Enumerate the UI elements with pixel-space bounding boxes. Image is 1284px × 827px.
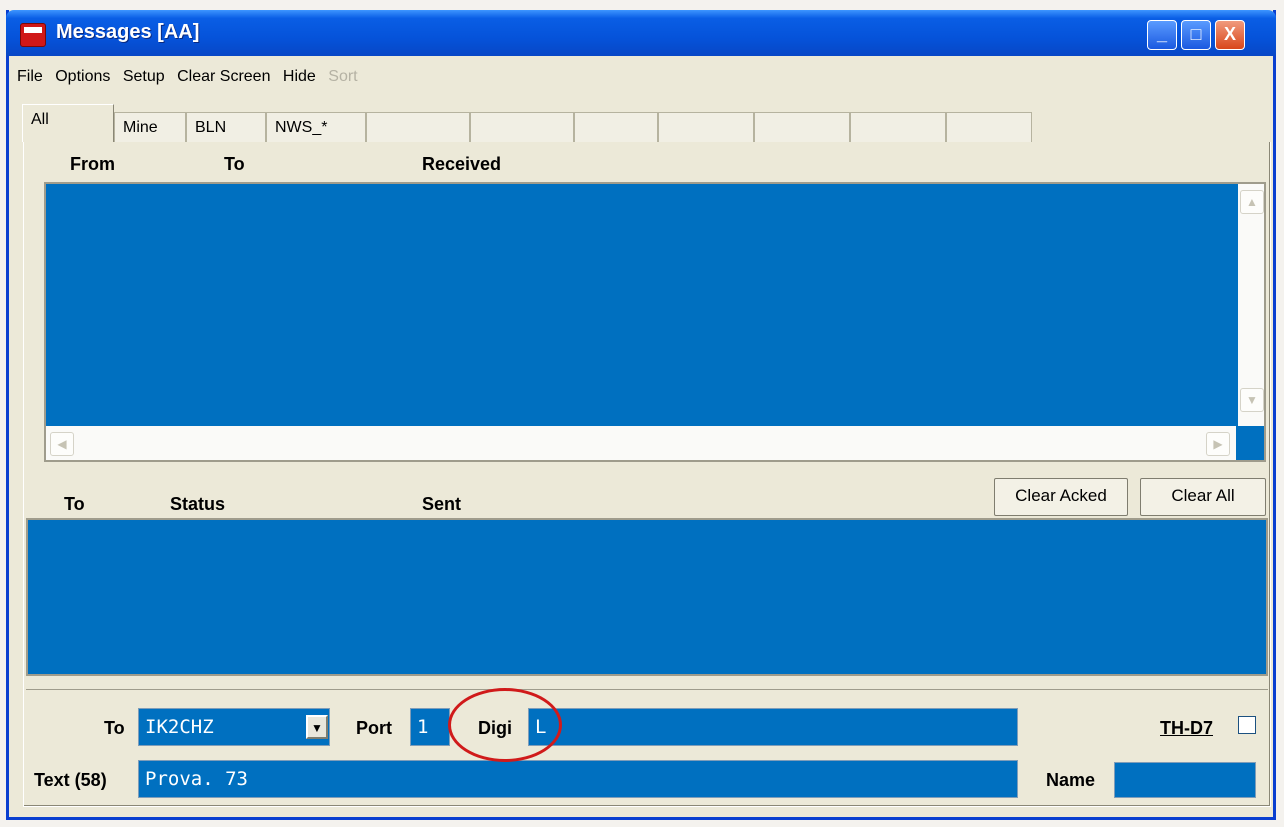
messages-app-icon <box>20 23 46 47</box>
text-label: Text (58) <box>34 770 107 790</box>
maximize-button[interactable]: □ <box>1181 20 1211 50</box>
tab-bln[interactable]: BLN <box>186 112 266 142</box>
port-label: Port <box>356 718 392 738</box>
menu-setup[interactable]: Setup <box>123 68 165 86</box>
tab-empty[interactable] <box>850 112 946 142</box>
name-field[interactable] <box>1114 762 1256 798</box>
tab-all[interactable]: All <box>22 104 114 142</box>
name-label: Name <box>1046 770 1096 790</box>
tab-empty[interactable] <box>946 112 1032 142</box>
arrow-left-icon[interactable]: ◀ <box>50 432 74 456</box>
messages-window: Messages [AA] _ □ X File Options Setup C… <box>6 10 1276 820</box>
sent-messages-list[interactable] <box>26 518 1268 676</box>
menu-hide[interactable]: Hide <box>283 68 316 86</box>
column-header-status[interactable]: Status <box>170 494 225 515</box>
tab-empty[interactable] <box>574 112 658 142</box>
annotation-circle <box>448 688 562 762</box>
window-title: Messages [AA] <box>56 21 200 43</box>
thd7-checkbox[interactable] <box>1238 716 1256 734</box>
menu-sort: Sort <box>328 68 358 85</box>
tab-mine[interactable]: Mine <box>114 112 186 142</box>
menu-bar: File Options Setup Clear Screen Hide Sor… <box>9 68 358 94</box>
menu-file[interactable]: File <box>17 68 43 86</box>
arrow-down-icon[interactable]: ▼ <box>1240 388 1264 412</box>
tab-empty[interactable] <box>366 112 470 142</box>
close-button[interactable]: X <box>1215 20 1245 50</box>
clear-acked-button[interactable]: Clear Acked <box>994 478 1128 516</box>
horizontal-scrollbar[interactable]: ◀ ▶ <box>46 426 1236 460</box>
to-combobox[interactable]: IK2CHZ <box>138 708 330 746</box>
tab-nws[interactable]: NWS_* <box>266 112 366 142</box>
digi-field[interactable]: L <box>528 708 1018 746</box>
column-header-sent-to[interactable]: To <box>64 494 85 515</box>
to-label: To <box>104 718 125 738</box>
minimize-button[interactable]: _ <box>1147 20 1177 50</box>
thd7-label: TH-D7 <box>1160 718 1213 738</box>
message-text-field[interactable]: Prova. 73 <box>138 760 1018 798</box>
to-value: IK2CHZ <box>145 716 214 738</box>
column-header-sent[interactable]: Sent <box>422 494 461 515</box>
tab-empty[interactable] <box>470 112 574 142</box>
column-header-from[interactable]: From <box>70 154 115 175</box>
menu-options[interactable]: Options <box>55 68 110 86</box>
compose-panel: To IK2CHZ ▼ Port 1 Digi L TH-D7 Text (58… <box>26 689 1268 802</box>
column-header-to[interactable]: To <box>224 154 245 175</box>
arrow-right-icon[interactable]: ▶ <box>1206 432 1230 456</box>
received-messages-list[interactable]: ▲ ▼ ◀ ▶ <box>44 182 1266 462</box>
chevron-down-icon[interactable]: ▼ <box>306 715 328 739</box>
tab-pane: From To Received ▲ ▼ ◀ ▶ To Status Sent … <box>23 142 1271 807</box>
arrow-up-icon[interactable]: ▲ <box>1240 190 1264 214</box>
port-field[interactable]: 1 <box>410 708 450 746</box>
title-bar[interactable]: Messages [AA] _ □ X <box>6 10 1276 56</box>
menu-clear-screen[interactable]: Clear Screen <box>177 68 270 86</box>
tab-empty[interactable] <box>754 112 850 142</box>
column-header-received[interactable]: Received <box>422 154 501 175</box>
vertical-scrollbar[interactable]: ▲ ▼ <box>1238 184 1264 426</box>
clear-all-button[interactable]: Clear All <box>1140 478 1266 516</box>
tab-empty[interactable] <box>658 112 754 142</box>
